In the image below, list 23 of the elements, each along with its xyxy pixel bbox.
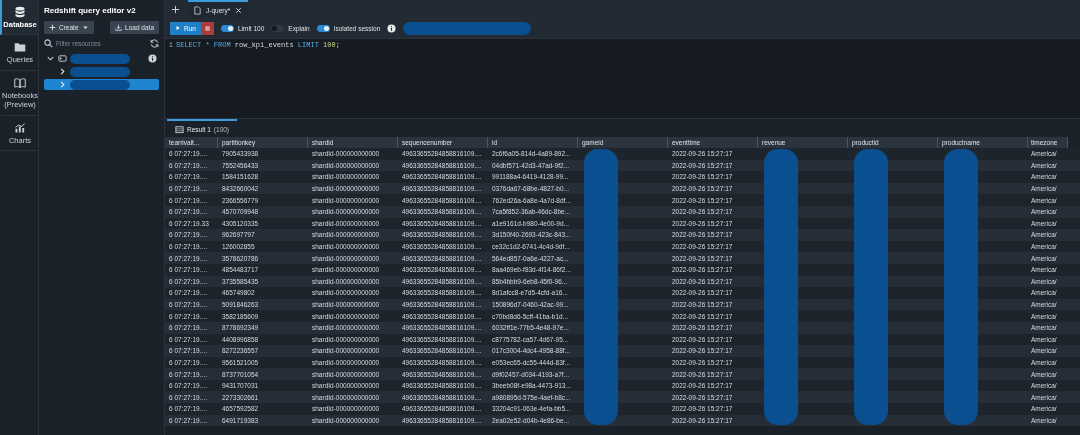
panel-title: Redshift query editor v2 xyxy=(44,5,137,16)
play-icon xyxy=(175,25,181,31)
search-icon xyxy=(44,39,53,48)
table-icon xyxy=(175,124,184,134)
download-icon xyxy=(115,24,123,31)
file-icon xyxy=(193,5,202,15)
toggle-switch[interactable] xyxy=(316,24,330,32)
folder-icon xyxy=(14,41,26,54)
add-tab-icon[interactable] xyxy=(171,4,180,14)
plus-icon xyxy=(49,24,56,31)
close-icon[interactable] xyxy=(234,5,244,15)
server-icon xyxy=(58,54,67,63)
tree-item[interactable] xyxy=(44,53,159,64)
info-icon[interactable] xyxy=(387,23,397,33)
database-icon xyxy=(14,6,26,18)
book-icon xyxy=(14,76,26,89)
toggle-switch[interactable] xyxy=(271,24,285,32)
info-icon[interactable] xyxy=(148,54,157,63)
caret-icon xyxy=(81,24,89,31)
chart-icon xyxy=(14,121,26,134)
toggle-switch[interactable] xyxy=(220,24,234,32)
stop-icon xyxy=(202,23,212,33)
refresh-icon[interactable] xyxy=(150,39,159,48)
